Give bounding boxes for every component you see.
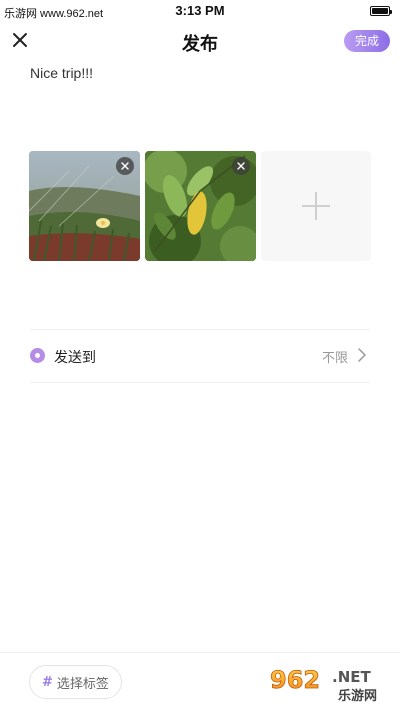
svg-text:乐游网: 乐游网 <box>338 688 377 704</box>
svg-text:.NET: .NET <box>332 668 371 686</box>
header: 发布 完成 <box>0 22 400 62</box>
send-to-row[interactable]: 发送到 不限 <box>30 330 370 382</box>
status-time: 3:13 PM <box>175 3 225 18</box>
done-button[interactable]: 完成 <box>344 30 390 52</box>
watermark-logo: 962 .NET 乐游网 <box>262 660 396 706</box>
close-icon <box>237 162 245 170</box>
status-bar: 乐游网 www.962.net 3:13 PM <box>0 0 400 22</box>
select-tag-button[interactable]: # 选择标签 <box>29 665 122 699</box>
svg-text:962: 962 <box>270 666 320 694</box>
add-photo-button[interactable] <box>261 151 371 261</box>
photo-thumbnail-1[interactable] <box>29 151 140 261</box>
close-button[interactable] <box>8 28 32 52</box>
select-tag-label: 选择标签 <box>56 676 109 692</box>
chevron-right-icon <box>358 348 366 362</box>
divider <box>30 382 370 383</box>
page-title: 发布 <box>182 34 218 55</box>
close-icon <box>121 162 129 170</box>
send-to-label: 发送到 <box>54 350 96 366</box>
plus-icon <box>302 192 330 220</box>
remove-photo-2-button[interactable] <box>232 157 250 175</box>
remove-photo-1-button[interactable] <box>116 157 134 175</box>
send-to-value: 不限 <box>321 351 348 366</box>
post-text-input[interactable]: Nice trip!!! <box>30 65 370 135</box>
close-icon <box>13 33 27 47</box>
audience-icon <box>30 348 45 363</box>
hash-icon: # <box>42 674 53 690</box>
battery-icon <box>370 6 392 16</box>
photo-thumbnail-2[interactable] <box>145 151 256 261</box>
